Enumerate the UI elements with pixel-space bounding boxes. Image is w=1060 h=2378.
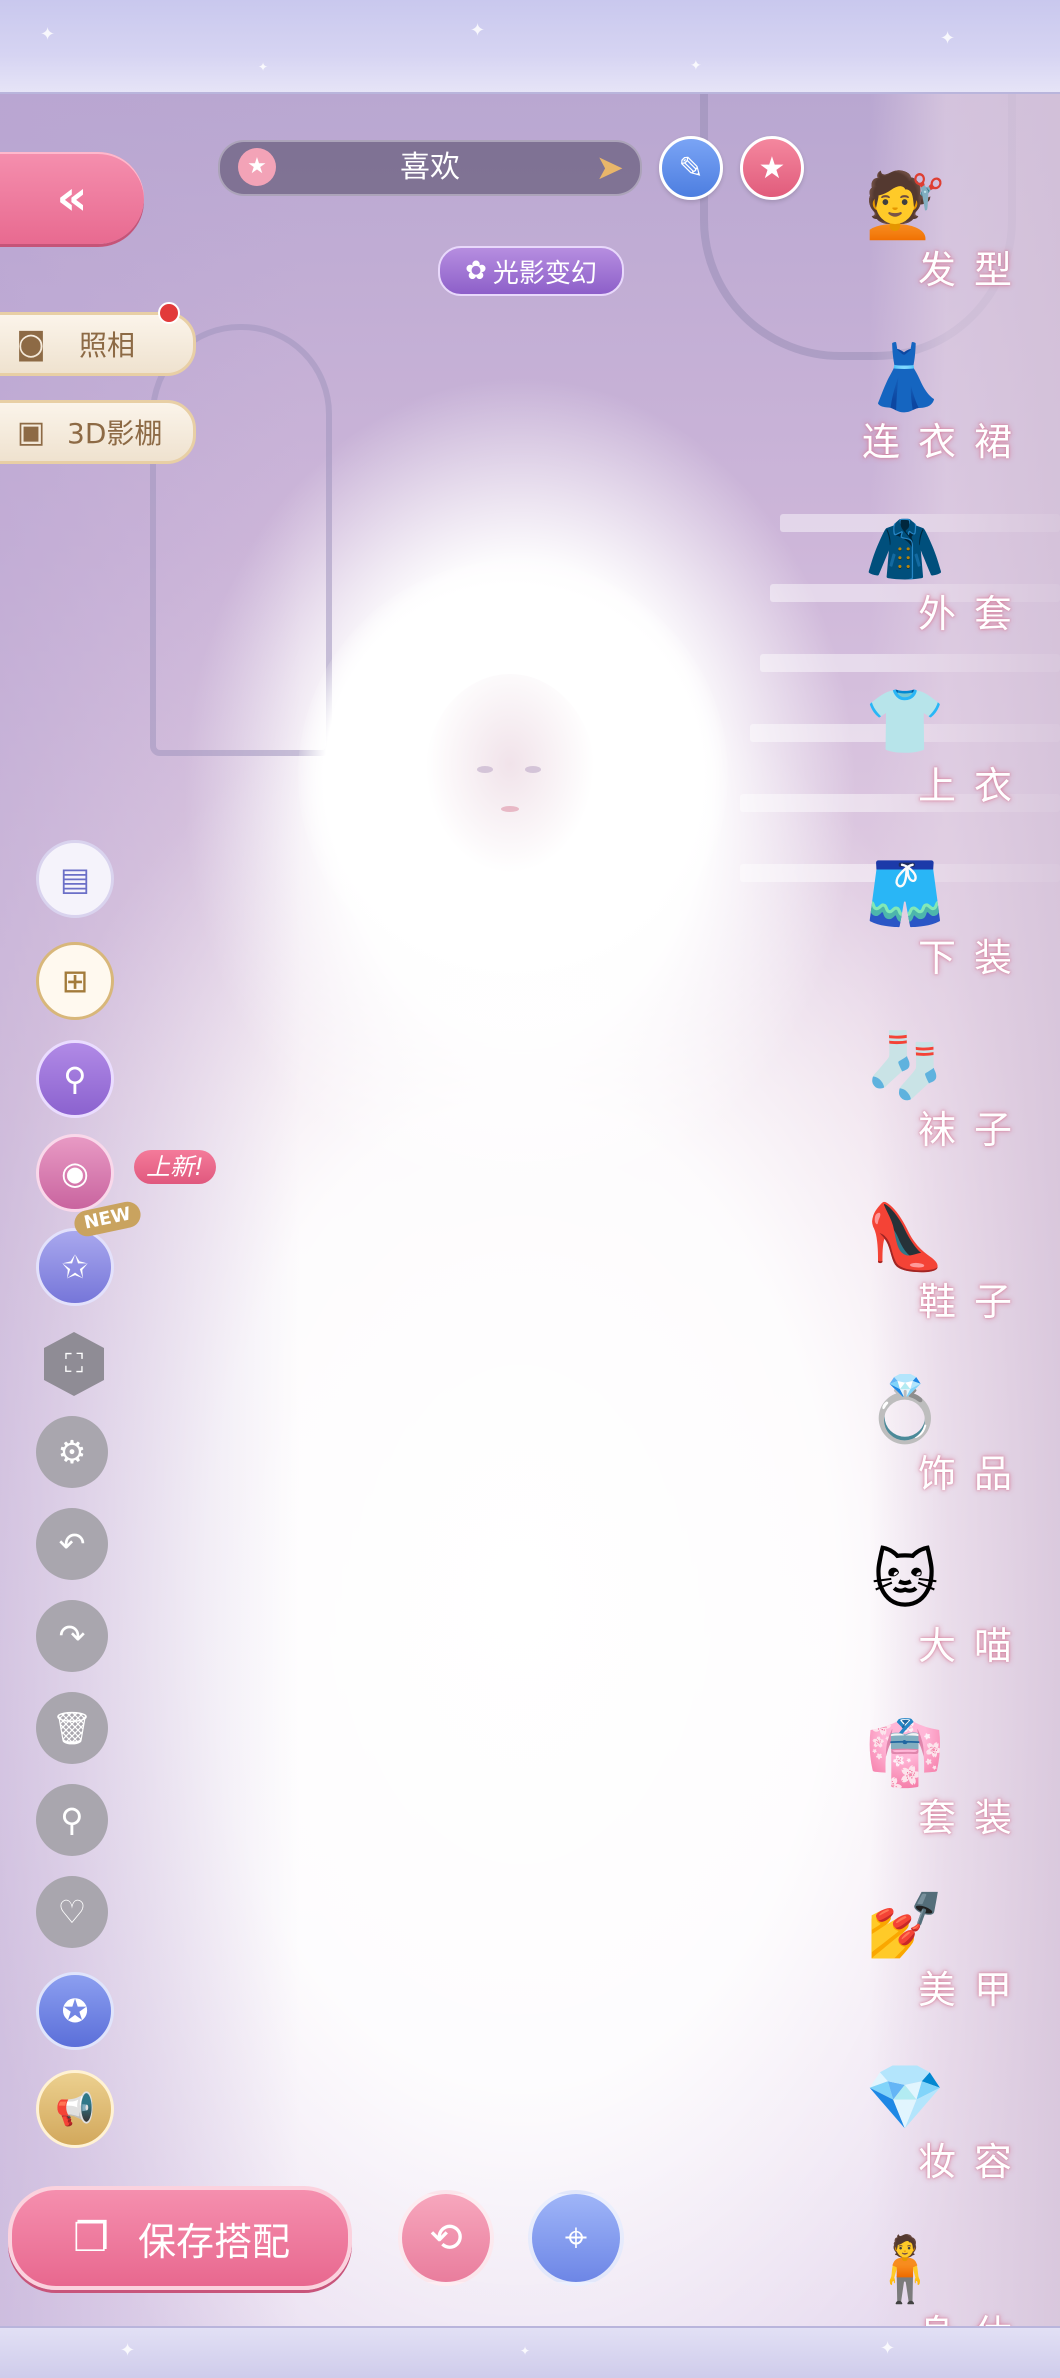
light-shadow-label: 光影变幻 <box>492 258 597 289</box>
heart-icon: ♡ <box>57 1893 87 1931</box>
redo-icon: ↷ <box>58 1617 86 1655</box>
double-chevron-left-icon: « <box>56 170 87 226</box>
character-avatar[interactable] <box>425 674 595 874</box>
id-card-icon: ▤ <box>59 860 91 898</box>
star-badge-button[interactable]: ✪ <box>36 1972 114 2050</box>
category-label: 上衣 <box>917 764 1030 808</box>
category-socks[interactable]: 🧦 袜子 <box>850 1010 1060 1170</box>
sparkle-icon: ✦ <box>258 60 269 74</box>
character-eye <box>525 766 541 773</box>
new-tag: 上新! <box>134 1150 216 1184</box>
category-label: 袜子 <box>917 1108 1030 1152</box>
camera-icon: ◙ <box>16 326 46 362</box>
swap-icon: ⟲ <box>429 2215 463 2261</box>
add-layer-icon: ⊞ <box>61 962 89 1000</box>
category-accessory[interactable]: 💍 饰品 <box>850 1354 1060 1514</box>
3d-studio-label: 3D影棚 <box>67 417 163 450</box>
flower-icon: ✿ <box>465 256 487 286</box>
sparkle-icon: ✦ <box>120 2340 136 2361</box>
settings-button[interactable]: ⚙ <box>36 1416 108 1488</box>
undo-button[interactable]: ↶ <box>36 1508 108 1580</box>
sparkle-icon: ✦ <box>40 24 56 45</box>
category-hairstyle[interactable]: 💇 发型 <box>850 150 1060 310</box>
megaphone-icon: 📢 <box>55 2090 95 2128</box>
category-label: 发型 <box>917 248 1030 292</box>
trash-icon: 🗑 <box>51 1709 93 1747</box>
redo-button[interactable]: ↷ <box>36 1600 108 1672</box>
undo-icon: ↶ <box>58 1525 86 1563</box>
sparkle-icon: ✦ <box>690 58 702 74</box>
like-button[interactable]: ♡ <box>36 1876 108 1948</box>
gear-icon: ⚙ <box>57 1433 87 1471</box>
sparkle-icon: ✦ <box>940 28 956 49</box>
search-icon: ⚲ <box>60 1801 84 1839</box>
photo-label: 照相 <box>79 329 136 362</box>
add-layer-button[interactable]: ⊞ <box>36 942 114 1020</box>
shirt-focus-icon: ⌖ <box>564 2215 588 2261</box>
category-top[interactable]: 👕 上衣 <box>850 666 1060 826</box>
palette-icon: ◉ <box>61 1154 89 1192</box>
sparkle-icon: ✦ <box>880 2338 896 2359</box>
category-label: 连衣裙 <box>861 420 1030 464</box>
favorites-selector[interactable]: ★ 喜欢 ➤ <box>218 140 642 196</box>
save-outfit-label: 保存搭配 <box>138 2219 291 2264</box>
category-makeup[interactable]: 💎 妆容 <box>850 2042 1060 2202</box>
star-style-button[interactable]: ✩ <box>36 1228 114 1306</box>
sparkle-icon: ✦ <box>520 2344 531 2358</box>
top-frame: ✦ ✦ ✦ ✦ ✦ <box>0 0 1060 94</box>
sparkle-icon: ✦ <box>470 20 486 41</box>
back-button[interactable]: « <box>0 152 144 244</box>
character-eye <box>477 766 493 773</box>
category-label: 妆容 <box>917 2140 1030 2184</box>
palette-button[interactable]: ◉ <box>36 1134 114 1212</box>
category-cat[interactable]: 🐱 大喵 <box>850 1526 1060 1686</box>
fullscreen-icon: ⛶ <box>64 1348 84 1379</box>
category-label: 美甲 <box>917 1968 1030 2012</box>
character-lip <box>501 806 519 812</box>
category-coat[interactable]: 🧥 外套 <box>850 494 1060 654</box>
light-shadow-button[interactable]: ✿ 光影变幻 <box>438 246 624 296</box>
category-shoes[interactable]: 👠 鞋子 <box>850 1182 1060 1342</box>
category-label: 套装 <box>917 1796 1030 1840</box>
category-label: 鞋子 <box>917 1280 1030 1324</box>
announcement-button[interactable]: 📢 <box>36 2070 114 2148</box>
pencil-icon: ✎ <box>678 150 704 186</box>
category-label: 大喵 <box>917 1624 1030 1668</box>
category-label: 外套 <box>917 592 1030 636</box>
category-label: 饰品 <box>917 1452 1030 1496</box>
category-bottoms[interactable]: 🩳 下装 <box>850 838 1060 998</box>
star-icon: ✪ <box>61 1992 89 2030</box>
category-dress[interactable]: 👗 连衣裙 <box>850 322 1060 482</box>
magnify-person-icon: ⚲ <box>63 1060 87 1098</box>
category-label: 下装 <box>917 936 1030 980</box>
save-cards-icon: ❐ <box>73 2215 109 2261</box>
try-on-button[interactable]: ⌖ <box>528 2190 624 2286</box>
delete-button[interactable]: 🗑 <box>36 1692 108 1764</box>
search-button[interactable]: ⚲ <box>36 1784 108 1856</box>
3d-studio-button[interactable]: ▣ 3D影棚 <box>0 400 196 464</box>
edit-button[interactable]: ✎ <box>659 136 723 200</box>
search-style-button[interactable]: ⚲ <box>36 1040 114 1118</box>
save-outfit-button[interactable]: ❐ 保存搭配 <box>8 2186 352 2290</box>
chevron-right-icon: ➤ <box>595 148 625 188</box>
id-card-button[interactable]: ▤ <box>36 840 114 918</box>
star-icon: ✩ <box>61 1248 89 1286</box>
favorite-button[interactable]: ★ <box>740 136 804 200</box>
favorites-label: 喜欢 <box>400 150 460 185</box>
category-nail-polish[interactable]: 💅 美甲 <box>850 1870 1060 2030</box>
swap-button[interactable]: ⟲ <box>398 2190 494 2286</box>
notification-dot <box>158 302 180 324</box>
cube-icon: ▣ <box>16 414 46 450</box>
ornate-mirror <box>150 324 332 756</box>
bottom-frame: ✦ ✦ ✦ <box>0 2326 1060 2378</box>
category-outfit-set[interactable]: 👘 套装 <box>850 1698 1060 1858</box>
star-icon: ★ <box>758 150 786 186</box>
